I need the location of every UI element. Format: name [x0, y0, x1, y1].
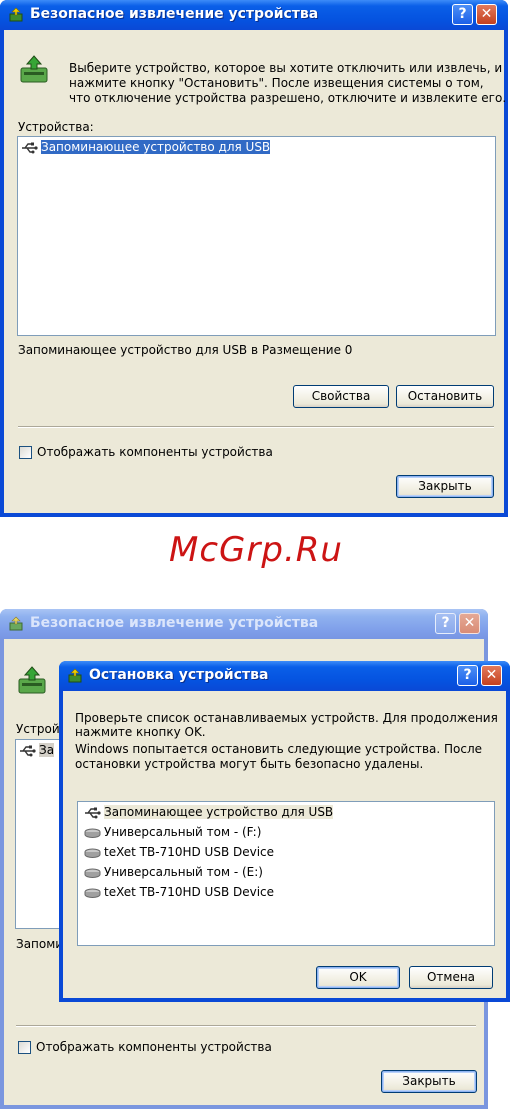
devices-label: Устройства: [18, 120, 94, 134]
instruction-line-1: Выберите устройство, которое вы хотите о… [69, 61, 503, 75]
device-label: Запоминающее устройство для USB [104, 805, 334, 819]
usb-icon [20, 745, 36, 756]
instruction-line-2: нажмите кнопку "Остановить". После извещ… [69, 76, 484, 90]
close-window-button[interactable]: ✕ [459, 613, 480, 634]
list-item[interactable]: Универсальный том - (E:) [84, 865, 263, 880]
confirm-text-line-2: нажмите кнопку OK. [75, 725, 206, 739]
safely-remove-hardware-icon [20, 55, 48, 83]
device-label: teXet TB-710HD USB Device [104, 885, 275, 899]
show-components-checkbox[interactable] [18, 1041, 31, 1054]
title-bar[interactable]: Остановка устройства ? ✕ [59, 661, 510, 691]
list-item[interactable]: teXet TB-710HD USB Device [84, 845, 274, 860]
list-item[interactable]: Запоминающее устройство для USB [21, 139, 272, 155]
list-item[interactable]: teXet TB-710HD USB Device [84, 885, 274, 900]
info-text-line-1: Windows попытается остановить следующие … [75, 742, 483, 756]
device-label: Запоминающее устройство для USB [39, 139, 272, 155]
list-item[interactable]: За [19, 743, 55, 758]
divider [16, 1025, 476, 1027]
ok-button[interactable]: OK [316, 966, 400, 989]
drive-icon [84, 868, 101, 878]
show-components-checkbox[interactable] [19, 446, 32, 459]
properties-button[interactable]: Свойства [293, 385, 389, 408]
title-bar[interactable]: Безопасное извлечение устройства ? ✕ [0, 609, 488, 639]
window-title: Остановка устройства [89, 667, 269, 683]
title-bar[interactable]: Безопасное извлечение устройства ? ✕ [0, 0, 508, 30]
device-label: teXet TB-710HD USB Device [104, 845, 275, 859]
window-title: Безопасное извлечение устройства [30, 615, 319, 631]
stop-devices-list[interactable]: Запоминающее устройство для USB Универса… [77, 801, 495, 946]
confirm-text-line-1: Проверьте список останавливаемых устройс… [75, 711, 498, 725]
instruction-line-3: что отключение устройства разрешено, отк… [69, 91, 507, 105]
show-components-label[interactable]: Отображать компоненты устройства [36, 1040, 272, 1054]
dialog-body: Проверьте список останавливаемых устройс… [63, 691, 506, 998]
drive-icon [84, 828, 101, 838]
drive-icon [84, 848, 101, 858]
close-button[interactable]: Закрыть [396, 475, 494, 498]
window-title: Безопасное извлечение устройства [30, 6, 319, 22]
cancel-button[interactable]: Отмена [409, 966, 493, 989]
close-window-button[interactable]: ✕ [476, 4, 497, 25]
divider [18, 426, 494, 428]
close-window-button[interactable]: ✕ [481, 665, 502, 686]
device-location-text: Запоминающее устройство для USB в Размещ… [18, 343, 353, 357]
watermark: McGrp.Ru [169, 530, 343, 570]
safely-remove-hardware-icon [68, 668, 82, 683]
device-label: За [39, 743, 55, 757]
safely-remove-hardware-icon [18, 666, 46, 694]
safely-remove-hardware-icon [9, 7, 23, 22]
info-text-line-2: остановки устройства могут быть безопасн… [75, 757, 424, 771]
safely-remove-dialog: Безопасное извлечение устройства ? ✕ Выб… [0, 0, 508, 517]
usb-icon [22, 142, 38, 153]
dialog-body: Выберите устройство, которое вы хотите о… [4, 30, 507, 513]
usb-icon [85, 807, 101, 818]
stop-button[interactable]: Остановить [396, 385, 494, 408]
device-location-text: Запоми [16, 937, 64, 951]
devices-label: Устрой [16, 722, 60, 736]
device-label: Универсальный том - (F:) [104, 825, 262, 839]
stop-device-dialog: Остановка устройства ? ✕ Проверьте списо… [59, 661, 510, 1002]
close-button[interactable]: Закрыть [381, 1070, 477, 1093]
help-button[interactable]: ? [452, 4, 473, 25]
device-label: Универсальный том - (E:) [104, 865, 263, 879]
list-item[interactable]: Универсальный том - (F:) [84, 825, 261, 840]
safely-remove-hardware-icon [9, 616, 23, 631]
help-button[interactable]: ? [435, 613, 456, 634]
list-item[interactable]: Запоминающее устройство для USB [84, 805, 334, 820]
drive-icon [84, 888, 101, 898]
devices-list[interactable]: Запоминающее устройство для USB [17, 136, 496, 336]
help-button[interactable]: ? [457, 665, 478, 686]
show-components-label[interactable]: Отображать компоненты устройства [37, 445, 273, 459]
